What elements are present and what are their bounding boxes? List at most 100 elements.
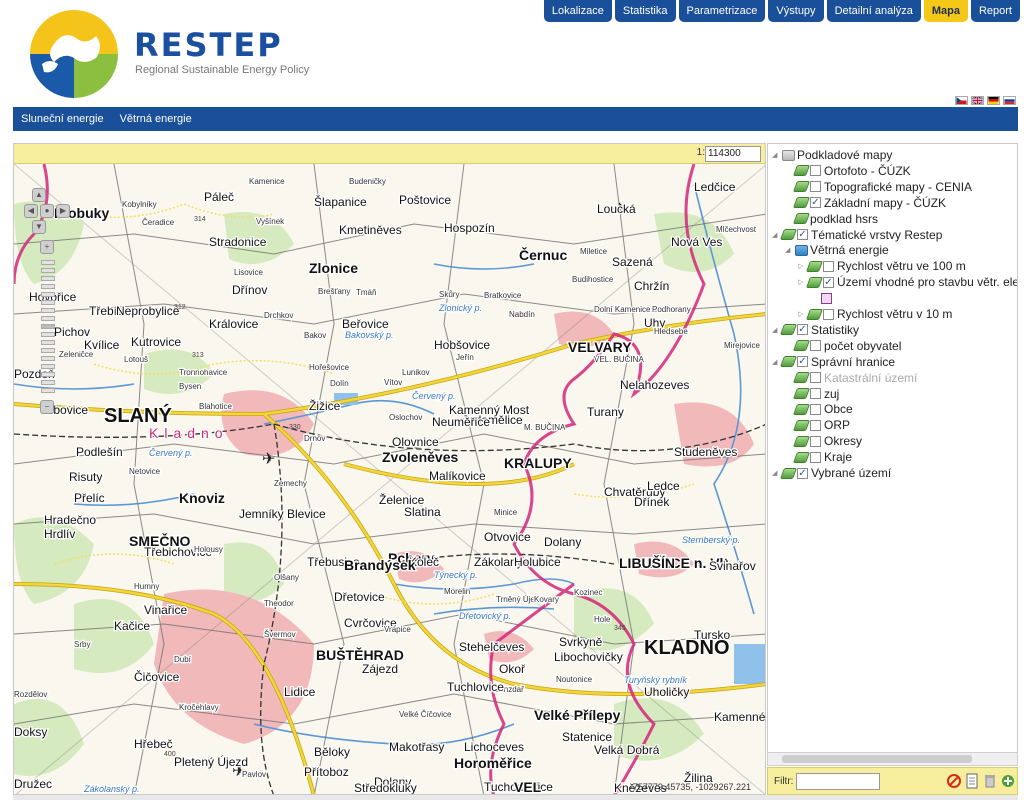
top-nav-mapa[interactable]: Mapa: [923, 0, 968, 22]
layer-tree-row[interactable]: ◢ Podkladové mapy: [772, 147, 892, 163]
zoom-level-tick[interactable]: [41, 268, 55, 273]
scale-select[interactable]: 114300: [705, 146, 761, 162]
zoom-level-tick[interactable]: [41, 356, 55, 361]
layer-visibility-checkbox[interactable]: [810, 435, 821, 447]
uk-flag-icon[interactable]: [971, 96, 984, 105]
layer-visibility-checkbox[interactable]: [797, 356, 808, 368]
map-place-label: Dubí: [174, 655, 192, 664]
layer-visibility-checkbox[interactable]: [810, 165, 821, 177]
tree-expander-icon[interactable]: ▷: [798, 278, 806, 286]
layer-tree-row[interactable]: ◢ Tématické vrstvy Restep: [772, 227, 942, 243]
map-canvas[interactable]: ✈ ✈ ✈ KlobukyPáleč Šlapanice PoštoviceLedč…: [14, 164, 766, 795]
zoom-slider-handle[interactable]: [41, 324, 55, 329]
tree-expander-icon[interactable]: ▷: [798, 262, 806, 270]
layer-visibility-checkbox[interactable]: [810, 340, 821, 352]
layer-visibility-checkbox[interactable]: [797, 467, 808, 479]
zoom-level-tick[interactable]: [41, 388, 55, 393]
layer-visibility-checkbox[interactable]: [810, 181, 821, 193]
zoom-level-tick[interactable]: [41, 260, 55, 265]
layer-visibility-checkbox[interactable]: [810, 403, 821, 415]
pan-up-icon[interactable]: ▲: [32, 188, 46, 202]
layer-visibility-checkbox[interactable]: [797, 229, 808, 240]
map-viewport[interactable]: 1: 114300 ✈ ✈ ✈ Klobuky Páleč Šlapanice …: [13, 143, 766, 795]
layer-visibility-checkbox[interactable]: [810, 372, 821, 384]
pan-right-icon[interactable]: ▶: [56, 204, 70, 218]
layer-tree-row[interactable]: Základní mapy - ČÚZK: [785, 195, 946, 211]
layer-tree-row[interactable]: ▷ Rychlost větru ve 100 m: [798, 258, 966, 274]
zoom-level-tick[interactable]: [41, 340, 55, 345]
top-nav-detailn-anal-za[interactable]: Detailní analýza: [826, 0, 921, 22]
tree-expander-icon[interactable]: ▷: [798, 310, 806, 318]
zoom-level-tick[interactable]: [41, 364, 55, 369]
layer-tree-row[interactable]: ORP: [785, 417, 850, 433]
layer-visibility-checkbox[interactable]: [823, 308, 834, 320]
pan-home-icon[interactable]: ●: [40, 204, 54, 218]
layer-tree-row[interactable]: ◢ Správní hranice: [772, 354, 895, 370]
layer-tree-row[interactable]: Topografické mapy - CENIA: [785, 179, 972, 195]
layer-tree-row[interactable]: Katastrální území: [785, 370, 917, 386]
layer-visibility-checkbox[interactable]: [823, 260, 834, 272]
trash-icon[interactable]: [982, 773, 998, 789]
zoom-level-tick[interactable]: [41, 308, 55, 313]
tree-expander-icon[interactable]: ◢: [772, 358, 780, 366]
zoom-level-tick[interactable]: [41, 332, 55, 337]
layer-tree-row[interactable]: podklad hsrs: [785, 211, 878, 227]
sub-nav-item[interactable]: Sluneční energie: [13, 107, 112, 131]
tree-expander-icon[interactable]: ◢: [772, 326, 780, 334]
layer-tree-row[interactable]: ◢ Vybrané území: [772, 465, 891, 481]
map-place-label: Sazená: [612, 255, 653, 269]
page-bottom-scrollbar[interactable]: [13, 795, 1018, 800]
zoom-out-icon[interactable]: −: [40, 400, 54, 414]
zoom-level-tick[interactable]: [41, 380, 55, 385]
layer-visibility-checkbox[interactable]: [823, 276, 834, 288]
layer-visibility-checkbox[interactable]: [810, 419, 821, 431]
layer-tree-row[interactable]: ◢ Statistiky: [772, 322, 859, 338]
restep-logo-icon[interactable]: [24, 4, 124, 100]
layer-tree-row[interactable]: ▷ Rychlost větru v 10 m: [798, 306, 952, 322]
document-icon[interactable]: [964, 773, 980, 789]
filter-input[interactable]: [796, 773, 880, 790]
layer-tree-row[interactable]: [811, 290, 832, 306]
german-flag-icon[interactable]: [987, 96, 1000, 105]
zoom-level-tick[interactable]: [41, 284, 55, 289]
top-nav-v-stupy[interactable]: Výstupy: [768, 0, 824, 22]
sub-nav-item[interactable]: Větrná energie: [112, 107, 200, 131]
tree-expander-icon[interactable]: ◢: [772, 231, 780, 239]
map-place-label: Statenice: [562, 730, 612, 744]
add-layer-icon[interactable]: [1000, 773, 1016, 789]
top-nav-lokalizace[interactable]: Lokalizace: [543, 0, 612, 22]
tree-expander-icon[interactable]: ◢: [772, 151, 780, 159]
top-nav-report[interactable]: Report: [970, 0, 1020, 22]
zoom-in-icon[interactable]: +: [40, 240, 54, 254]
zoom-level-tick[interactable]: [41, 348, 55, 353]
scrollbar-thumb[interactable]: [782, 755, 972, 763]
top-nav-statistika[interactable]: Statistika: [614, 0, 676, 22]
czech-flag-icon[interactable]: [955, 96, 968, 105]
layer-panel-scrollbar[interactable]: [767, 752, 1018, 766]
pan-down-icon[interactable]: ▼: [32, 220, 46, 234]
russian-flag-icon[interactable]: [1003, 96, 1016, 105]
tree-expander-icon[interactable]: ◢: [785, 246, 793, 254]
pan-left-icon[interactable]: ◀: [24, 204, 38, 218]
map-place-label: Podhorany: [652, 305, 691, 314]
top-nav-parametrizace[interactable]: Parametrizace: [678, 0, 766, 22]
zoom-level-tick[interactable]: [41, 300, 55, 305]
layer-tree-row[interactable]: Obce: [785, 401, 853, 417]
layer-tree-row[interactable]: počet obyvatel: [785, 338, 901, 354]
zoom-level-tick[interactable]: [41, 292, 55, 297]
layer-visibility-checkbox[interactable]: [810, 388, 821, 399]
layer-tree-row[interactable]: ▷ Území vhodné pro stavbu větr. elektráre…: [798, 274, 1017, 290]
layer-visibility-checkbox[interactable]: [810, 451, 821, 463]
zoom-level-tick[interactable]: [41, 372, 55, 377]
layer-tree-row[interactable]: ◢ Větrná energie: [785, 242, 889, 258]
layer-tree-row[interactable]: Kraje: [785, 449, 852, 465]
layer-tree-row[interactable]: Okresy: [785, 433, 862, 449]
layer-visibility-checkbox[interactable]: [797, 324, 808, 336]
tree-expander-icon[interactable]: ◢: [772, 469, 780, 477]
zoom-level-tick[interactable]: [41, 316, 55, 321]
zoom-level-tick[interactable]: [41, 276, 55, 281]
layer-tree-row[interactable]: zuj: [785, 386, 839, 402]
clear-filter-icon[interactable]: [946, 773, 962, 789]
layer-visibility-checkbox[interactable]: [810, 197, 821, 209]
layer-tree-row[interactable]: Ortofoto - ČÚZK: [785, 163, 911, 179]
